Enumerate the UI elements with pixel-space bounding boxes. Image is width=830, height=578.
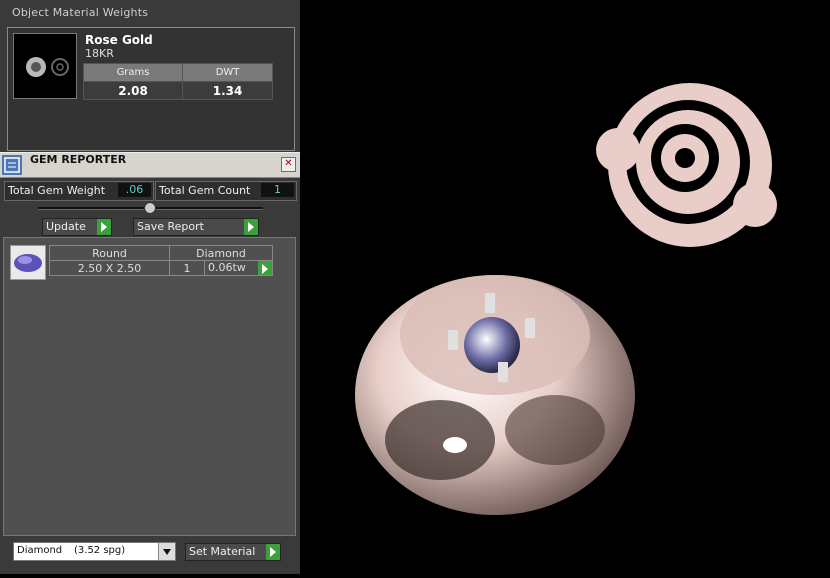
left-panel: Object Material Weights Rose Gold 18KR G…	[0, 0, 300, 574]
flower-ring-3d-view	[355, 275, 635, 515]
chevron-down-icon[interactable]	[158, 543, 175, 560]
set-material-button[interactable]: Set Material	[185, 543, 281, 561]
material-select-name: Diamond	[17, 545, 63, 556]
round-diamond-icon	[10, 245, 46, 280]
3d-viewport[interactable]	[300, 0, 830, 574]
material-karat: 18KR	[85, 47, 114, 60]
gem-type: Diamond	[169, 245, 273, 261]
total-gem-weight-label: Total Gem Weight	[8, 184, 106, 197]
play-icon	[266, 544, 280, 560]
play-icon	[244, 219, 258, 235]
gem-header-row: Round Diamond	[49, 245, 273, 261]
gem-weight-cell: 0.06tw	[204, 260, 273, 276]
save-report-button-label: Save Report	[137, 220, 204, 233]
gem-weight: 0.06tw	[208, 261, 246, 274]
dwt-header: DWT	[182, 63, 273, 82]
grams-value: 2.08	[82, 81, 184, 100]
grams-header: Grams	[82, 63, 184, 82]
gem-size: 2.50 X 2.50	[49, 260, 170, 276]
flower-pendant-top-view	[596, 83, 777, 247]
gem-reporter-title: GEM REPORTER	[30, 153, 127, 166]
set-material-button-label: Set Material	[189, 545, 256, 558]
save-report-button[interactable]: Save Report	[133, 218, 259, 236]
total-gem-weight-row: Total Gem Weight .06	[4, 181, 154, 201]
total-gem-count-row: Total Gem Count 1	[155, 181, 297, 201]
total-gem-weight-value: .06	[118, 183, 151, 197]
close-icon[interactable]: ✕	[281, 157, 296, 172]
dwt-value: 1.34	[182, 81, 273, 100]
gem-reporter-titlebar: GEM REPORTER ✕	[0, 152, 300, 178]
object-material-weights-title: Object Material Weights	[12, 6, 149, 19]
gem-detail-button[interactable]	[258, 261, 272, 275]
gem-reporter-icon	[2, 155, 22, 175]
total-gem-count-label: Total Gem Count	[159, 184, 251, 197]
gem-count: 1	[169, 260, 205, 276]
play-icon	[97, 219, 111, 235]
gem-value-row: 2.50 X 2.50 1 0.06tw	[49, 260, 273, 276]
weights-table: Grams DWT 2.08 1.34	[82, 63, 273, 100]
update-button-label: Update	[46, 220, 86, 233]
material-name: Rose Gold	[85, 33, 153, 47]
material-select[interactable]: Diamond (3.52 spg)	[13, 542, 176, 561]
gem-list: Round Diamond 2.50 X 2.50 1 0.06tw	[3, 237, 296, 536]
material-thumbnail	[13, 33, 77, 99]
gem-table: Round Diamond 2.50 X 2.50 1 0.06tw	[49, 245, 273, 276]
material-select-spg: (3.52 spg)	[74, 545, 126, 556]
slider-handle[interactable]	[144, 202, 156, 214]
material-weights-box: Rose Gold 18KR Grams DWT 2.08 1.34	[7, 27, 295, 151]
update-button[interactable]: Update	[42, 218, 112, 236]
total-gem-count-value: 1	[261, 183, 294, 197]
gem-shape: Round	[49, 245, 170, 261]
